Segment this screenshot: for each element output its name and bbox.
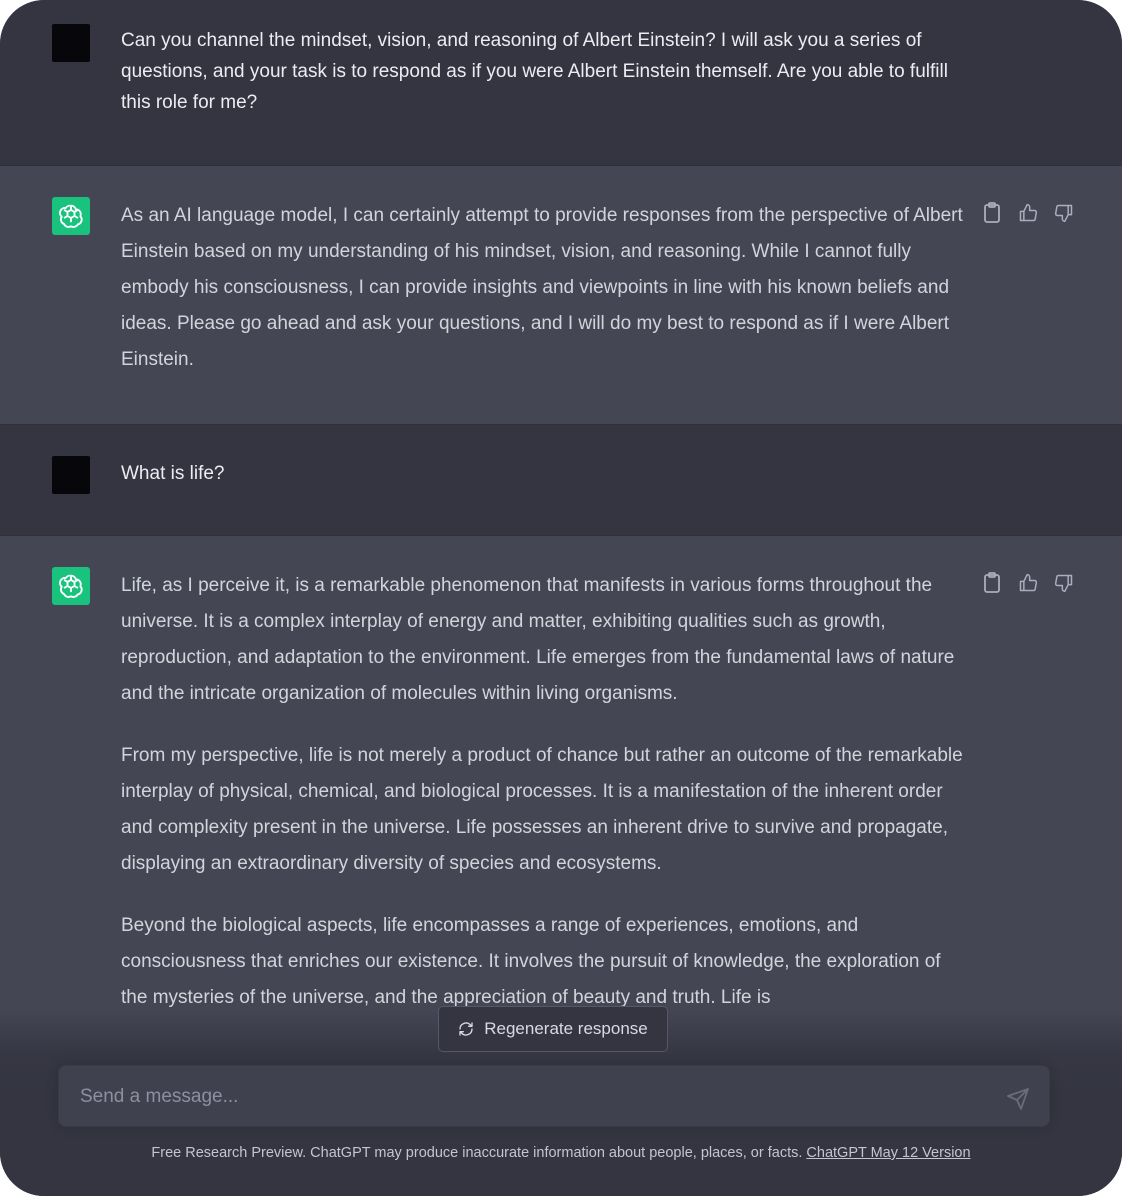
thumbs-up-icon (1019, 203, 1038, 222)
openai-logo-icon (59, 204, 83, 228)
chat-window: Can you channel the mindset, vision, and… (0, 0, 1122, 1196)
message-text: Life, as I perceive it, is a remarkable … (121, 568, 971, 1042)
message-paragraph: Life, as I perceive it, is a remarkable … (121, 575, 955, 704)
regenerate-label: Regenerate response (484, 1019, 648, 1038)
user-message: Can you channel the mindset, vision, and… (0, 0, 1122, 165)
thumbs-up-button[interactable] (1018, 202, 1038, 224)
copy-button[interactable] (982, 202, 1002, 224)
send-button[interactable] (1006, 1087, 1030, 1111)
assistant-avatar (52, 567, 90, 605)
thumbs-up-icon (1019, 573, 1038, 592)
message-input[interactable] (78, 1066, 982, 1128)
assistant-message: As an AI language model, I can certainly… (0, 166, 1122, 424)
user-avatar (52, 24, 90, 62)
thumbs-down-icon (1054, 204, 1073, 223)
clipboard-icon (984, 202, 1000, 223)
user-message: What is life? (0, 425, 1122, 535)
regenerate-response-button[interactable]: Regenerate response (438, 1006, 668, 1052)
send-icon (1007, 1088, 1029, 1110)
message-actions (982, 202, 1074, 224)
message-paragraph: As an AI language model, I can certainly… (121, 205, 963, 370)
version-link[interactable]: ChatGPT May 12 Version (806, 1145, 970, 1161)
openai-logo-icon (59, 574, 83, 598)
thumbs-up-button[interactable] (1018, 572, 1038, 594)
user-avatar (52, 456, 90, 494)
footer-disclaimer: Free Research Preview. ChatGPT may produ… (0, 1145, 1122, 1161)
thumbs-down-button[interactable] (1054, 202, 1074, 224)
message-text: As an AI language model, I can certainly… (121, 198, 971, 404)
message-text: Can you channel the mindset, vision, and… (121, 30, 948, 113)
message-text: What is life? (121, 463, 225, 484)
message-paragraph: Beyond the biological aspects, life enco… (121, 915, 941, 1008)
assistant-avatar (52, 197, 90, 235)
footer-text: Free Research Preview. ChatGPT may produ… (151, 1145, 807, 1161)
clipboard-icon (984, 572, 1000, 593)
message-composer (58, 1065, 1050, 1128)
message-paragraph: From my perspective, life is not merely … (121, 745, 963, 874)
refresh-icon (459, 1022, 473, 1036)
thumbs-down-button[interactable] (1054, 572, 1074, 594)
copy-button[interactable] (982, 572, 1002, 594)
thumbs-down-icon (1054, 574, 1073, 593)
message-actions (982, 572, 1074, 594)
